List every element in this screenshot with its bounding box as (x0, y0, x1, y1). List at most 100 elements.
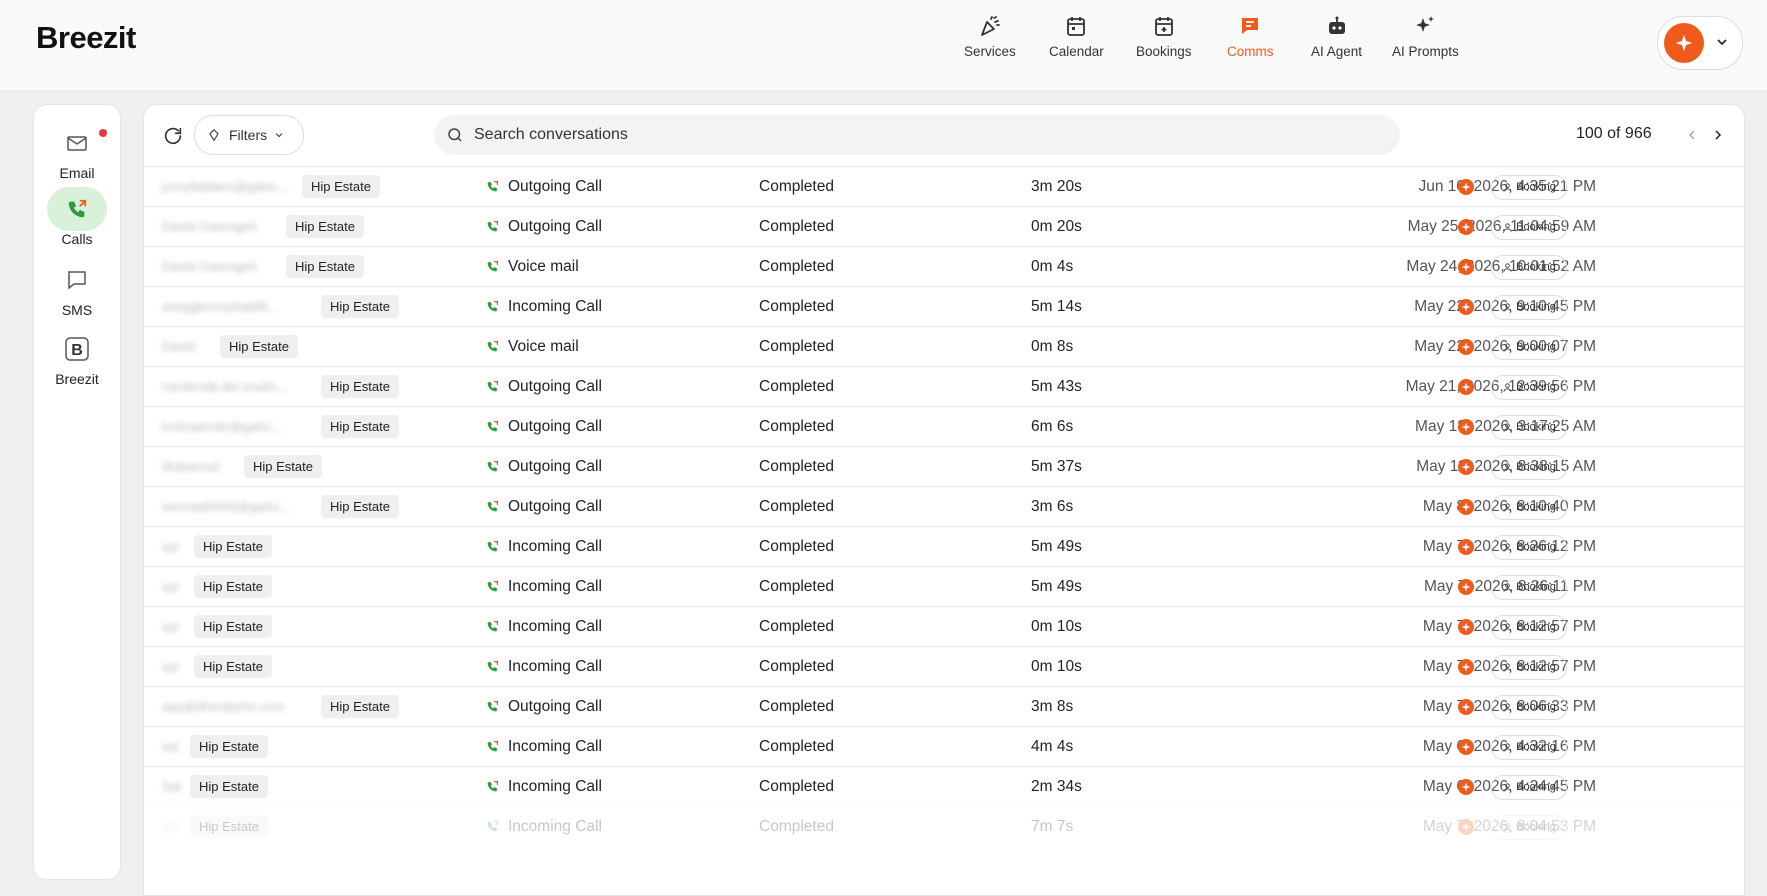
nav-ai-prompts-label: AI Prompts (1392, 44, 1459, 59)
booking-button[interactable]: Booking (1491, 815, 1567, 840)
sidebar-item-email[interactable]: Email (34, 121, 120, 181)
phone-call-icon (487, 380, 499, 392)
booking-button[interactable]: Booking (1491, 455, 1567, 480)
table-row[interactable]: seoniad0006@gaho... Hip Estate Outgoing Ca… (144, 486, 1744, 526)
call-type: Outgoing Call (508, 178, 602, 195)
search-input[interactable] (472, 125, 1376, 145)
booking-button[interactable]: Booking (1491, 255, 1567, 280)
pagination-count: 100 of 966 (1576, 125, 1652, 142)
table-row[interactable]: vpr Hip Estate Incoming Call Completed 0m 10… (144, 646, 1744, 686)
phone-call-icon (487, 700, 499, 712)
call-type: Voice mail (508, 338, 579, 355)
nav-comms[interactable]: Comms (1227, 14, 1274, 74)
call-duration: 5m 43s (1031, 378, 1082, 395)
booking-button-label: Booking (1516, 581, 1556, 593)
sidebar-item-breezit[interactable]: B Breezit (34, 327, 120, 387)
sidebar-item-breezit-icon-wrap: B (47, 327, 107, 371)
booking-button[interactable]: Booking (1491, 655, 1567, 680)
nav-ai-agent[interactable]: AI Agent (1311, 14, 1362, 74)
table-row[interactable]: vpr Hip Estate Incoming Call Completed 0m 10… (144, 606, 1744, 646)
booking-button[interactable]: Booking (1491, 495, 1567, 520)
booking-button-label: Booking (1516, 341, 1556, 353)
table-row[interactable]: sal Hip Estate Incoming Call Completed 7m 7s… (144, 806, 1744, 846)
call-duration: 3m 8s (1031, 698, 1074, 715)
next-page-icon[interactable] (1710, 127, 1726, 143)
chevron-down-icon (1717, 39, 1727, 46)
table-row[interactable]: Sal Hip Estate Incoming Call Completed 2m 34… (144, 766, 1744, 806)
breezit-badge-icon (1458, 539, 1474, 555)
table-row[interactable]: Mukamud Hip Estate Outgoing Call Completed 5… (144, 446, 1744, 486)
refresh-icon[interactable] (162, 125, 184, 147)
call-duration: 0m 4s (1031, 258, 1074, 275)
sparkles-icon (1416, 16, 1435, 32)
table-row[interactable]: David Garengeh Hip Estate Outgoing Call Com… (144, 206, 1744, 246)
table-row[interactable]: antajgbmrsyhablfit... Hip Estate Incoming … (144, 286, 1744, 326)
booking-button[interactable]: Booking (1491, 375, 1567, 400)
chevron-down-icon (275, 133, 283, 138)
booking-button-label: Booking (1516, 821, 1556, 833)
table-row[interactable]: lortizaamah@gaho... Hip Estate Outgoing Ca… (144, 406, 1744, 446)
call-type: Incoming Call (508, 618, 602, 635)
nav-calendar[interactable]: Calendar (1049, 14, 1104, 74)
call-duration: 0m 10s (1031, 658, 1082, 675)
booking-button[interactable]: Booking (1491, 735, 1567, 760)
call-duration: 0m 8s (1031, 338, 1074, 355)
sidebar-item-sms-icon-wrap (47, 258, 107, 302)
call-status: Completed (759, 778, 834, 795)
table-row[interactable]: nacilenda.del.soulin... Hip Estate Outgoin… (144, 366, 1744, 406)
booking-button[interactable]: Booking (1491, 615, 1567, 640)
app-logo[interactable]: Breezit (36, 20, 136, 56)
call-status: Completed (759, 818, 834, 835)
nav-services[interactable]: Services (964, 14, 1016, 74)
call-type: Incoming Call (508, 538, 602, 555)
booking-button[interactable]: Booking (1491, 175, 1567, 200)
call-status: Completed (759, 338, 834, 355)
contact-name: aqs@dhscbprhs.com (162, 699, 285, 714)
sidebar-item-sms[interactable]: SMS (34, 258, 120, 318)
sidebar-item-calls[interactable]: Calls (34, 187, 120, 247)
booking-button[interactable]: Booking (1491, 415, 1567, 440)
call-duration: 3m 20s (1031, 178, 1082, 195)
booking-button[interactable]: Booking (1491, 335, 1567, 360)
booking-button[interactable]: Booking (1491, 575, 1567, 600)
breezit-badge-icon (1458, 179, 1474, 195)
booking-button[interactable]: Booking (1491, 775, 1567, 800)
call-status: Completed (759, 498, 834, 515)
nav-bookings[interactable]: Bookings (1136, 14, 1192, 74)
booking-button[interactable]: Booking (1491, 535, 1567, 560)
booking-button-label: Booking (1516, 541, 1556, 553)
user-icon (1503, 463, 1512, 472)
phone-call-icon (487, 300, 499, 312)
table-row[interactable]: prmyfadders@gaho... Hip Estate Outgoing Ca… (144, 166, 1744, 206)
table-row[interactable]: David Garengeh Hip Estate Voice mail Comple… (144, 246, 1744, 286)
table-row[interactable]: David Hip Estate Voice mail Completed 0m 8s M… (144, 326, 1744, 366)
nav-ai-prompts[interactable]: AI Prompts (1392, 14, 1459, 74)
booking-button[interactable]: Booking (1491, 295, 1567, 320)
breezit-badge-icon (1458, 699, 1474, 715)
booking-button[interactable]: Booking (1491, 695, 1567, 720)
booking-button[interactable]: Booking (1491, 215, 1567, 240)
contact-name: vpr (162, 579, 181, 594)
booking-button-label: Booking (1516, 621, 1556, 633)
call-type: Outgoing Call (508, 498, 602, 515)
booking-button-label: Booking (1516, 501, 1556, 513)
call-type: Outgoing Call (508, 418, 602, 435)
previous-page-icon[interactable] (1684, 127, 1700, 143)
booking-button-label: Booking (1516, 421, 1556, 433)
table-row[interactable]: sal Hip Estate Incoming Call Completed 4m 4s… (144, 726, 1744, 766)
profile-menu[interactable] (1657, 16, 1743, 70)
filters-button[interactable]: Filters (194, 115, 304, 155)
call-status: Completed (759, 618, 834, 635)
table-row[interactable]: aqs@dhscbprhs.com Hip Estate Outgoing Call… (144, 686, 1744, 726)
breezit-badge-icon (1458, 659, 1474, 675)
phone-call-icon (487, 260, 499, 272)
breezit-badge-icon (1458, 499, 1474, 515)
contact-name: Mukamud (162, 459, 220, 474)
breezit-badge-icon (1458, 739, 1474, 755)
table-row[interactable]: vpr Hip Estate Incoming Call Completed 5m 49… (144, 566, 1744, 606)
sidebar-item-calls-label: Calls (61, 231, 93, 247)
contact-name: vpr (162, 659, 181, 674)
contact-name: sal (162, 739, 179, 754)
call-type: Incoming Call (508, 658, 602, 675)
table-row[interactable]: vpr Hip Estate Incoming Call Completed 5m 49… (144, 526, 1744, 566)
